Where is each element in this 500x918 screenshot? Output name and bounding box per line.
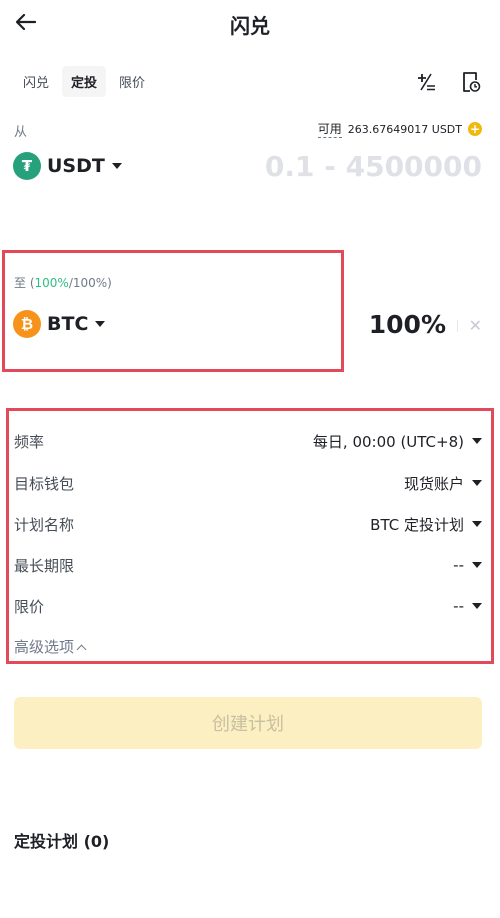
- limit-price-value: --: [453, 597, 464, 615]
- setting-value: BTC 定投计划: [370, 514, 482, 535]
- history-icon: [463, 72, 481, 92]
- divider: [457, 320, 458, 332]
- header: 闪兑: [0, 0, 500, 44]
- setting-label: 频率: [14, 432, 45, 451]
- available-value: 263.67649017 USDT: [347, 122, 462, 136]
- caret-down-icon: [111, 163, 122, 169]
- setting-limit-price[interactable]: 限价 --: [14, 594, 482, 618]
- plan-name-value: BTC 定投计划: [370, 515, 464, 534]
- recurring-plans-title: 定投计划 (0): [14, 832, 110, 851]
- history-button[interactable]: [459, 70, 483, 94]
- setting-label: 计划名称: [14, 515, 75, 534]
- tab-limit[interactable]: 限价: [110, 66, 154, 97]
- setting-plan-name[interactable]: 计划名称 BTC 定投计划: [14, 512, 482, 536]
- setting-value: 每日, 00:00 (UTC+8): [313, 431, 482, 452]
- create-plan-button[interactable]: 创建计划: [14, 697, 482, 749]
- setting-label: 最长期限: [14, 556, 75, 575]
- to-label-suffix: /100%): [68, 276, 112, 290]
- to-allocation-percent: 100%: [34, 276, 69, 290]
- to-coin-name: BTC: [47, 313, 89, 335]
- page-title: 闪兑: [230, 14, 270, 38]
- to-label-prefix: 至 (: [14, 276, 35, 290]
- from-coin-selector[interactable]: ₮ USDT: [13, 152, 122, 180]
- wallet-value: 现货账户: [403, 474, 464, 493]
- mode-tabs: 闪兑 定投 限价: [14, 65, 158, 97]
- chevron-up-icon: [76, 644, 87, 654]
- caret-down-icon: [472, 438, 482, 444]
- setting-value: --: [453, 597, 482, 615]
- clear-icon[interactable]: ✕: [469, 316, 482, 335]
- from-coin-name: USDT: [47, 155, 105, 177]
- to-coin-selector[interactable]: ₿ BTC: [13, 310, 106, 338]
- tab-recurring[interactable]: 定投: [62, 65, 107, 97]
- bitcoin-icon: ₿: [13, 310, 41, 338]
- max-duration-value: --: [453, 556, 464, 574]
- tab-flash-swap[interactable]: 闪兑: [14, 66, 58, 97]
- setting-label: 限价: [14, 597, 45, 616]
- to-percent-value[interactable]: 100%: [369, 310, 446, 339]
- tether-icon: ₮: [13, 152, 41, 180]
- setting-value: 现货账户: [404, 473, 482, 494]
- deposit-plus-icon[interactable]: +: [468, 122, 482, 136]
- advanced-options-toggle[interactable]: 高级选项: [14, 636, 87, 657]
- plus-minus-button[interactable]: [414, 70, 438, 94]
- caret-down-icon: [472, 521, 482, 527]
- to-label: 至 (100%/100%): [14, 274, 112, 291]
- setting-label: 目标钱包: [14, 474, 75, 493]
- caret-down-icon: [472, 562, 482, 568]
- caret-down-icon: [472, 603, 482, 609]
- setting-target-wallet[interactable]: 目标钱包 现货账户: [14, 471, 482, 495]
- setting-max-duration[interactable]: 最长期限 --: [14, 553, 482, 577]
- advanced-options-label: 高级选项: [14, 638, 75, 656]
- from-label: 从: [14, 125, 28, 140]
- from-amount-input[interactable]: 0.1 - 4500000: [265, 150, 482, 183]
- plus-minus-icon: [418, 73, 435, 91]
- setting-frequency[interactable]: 频率 每日, 00:00 (UTC+8): [14, 429, 482, 453]
- frequency-value: 每日, 00:00 (UTC+8): [312, 432, 464, 451]
- caret-down-icon: [95, 321, 106, 327]
- setting-value: --: [453, 556, 482, 574]
- caret-down-icon: [472, 480, 482, 486]
- available-balance: 可用 263.67649017 USDT +: [317, 120, 482, 138]
- available-label[interactable]: 可用: [317, 120, 342, 138]
